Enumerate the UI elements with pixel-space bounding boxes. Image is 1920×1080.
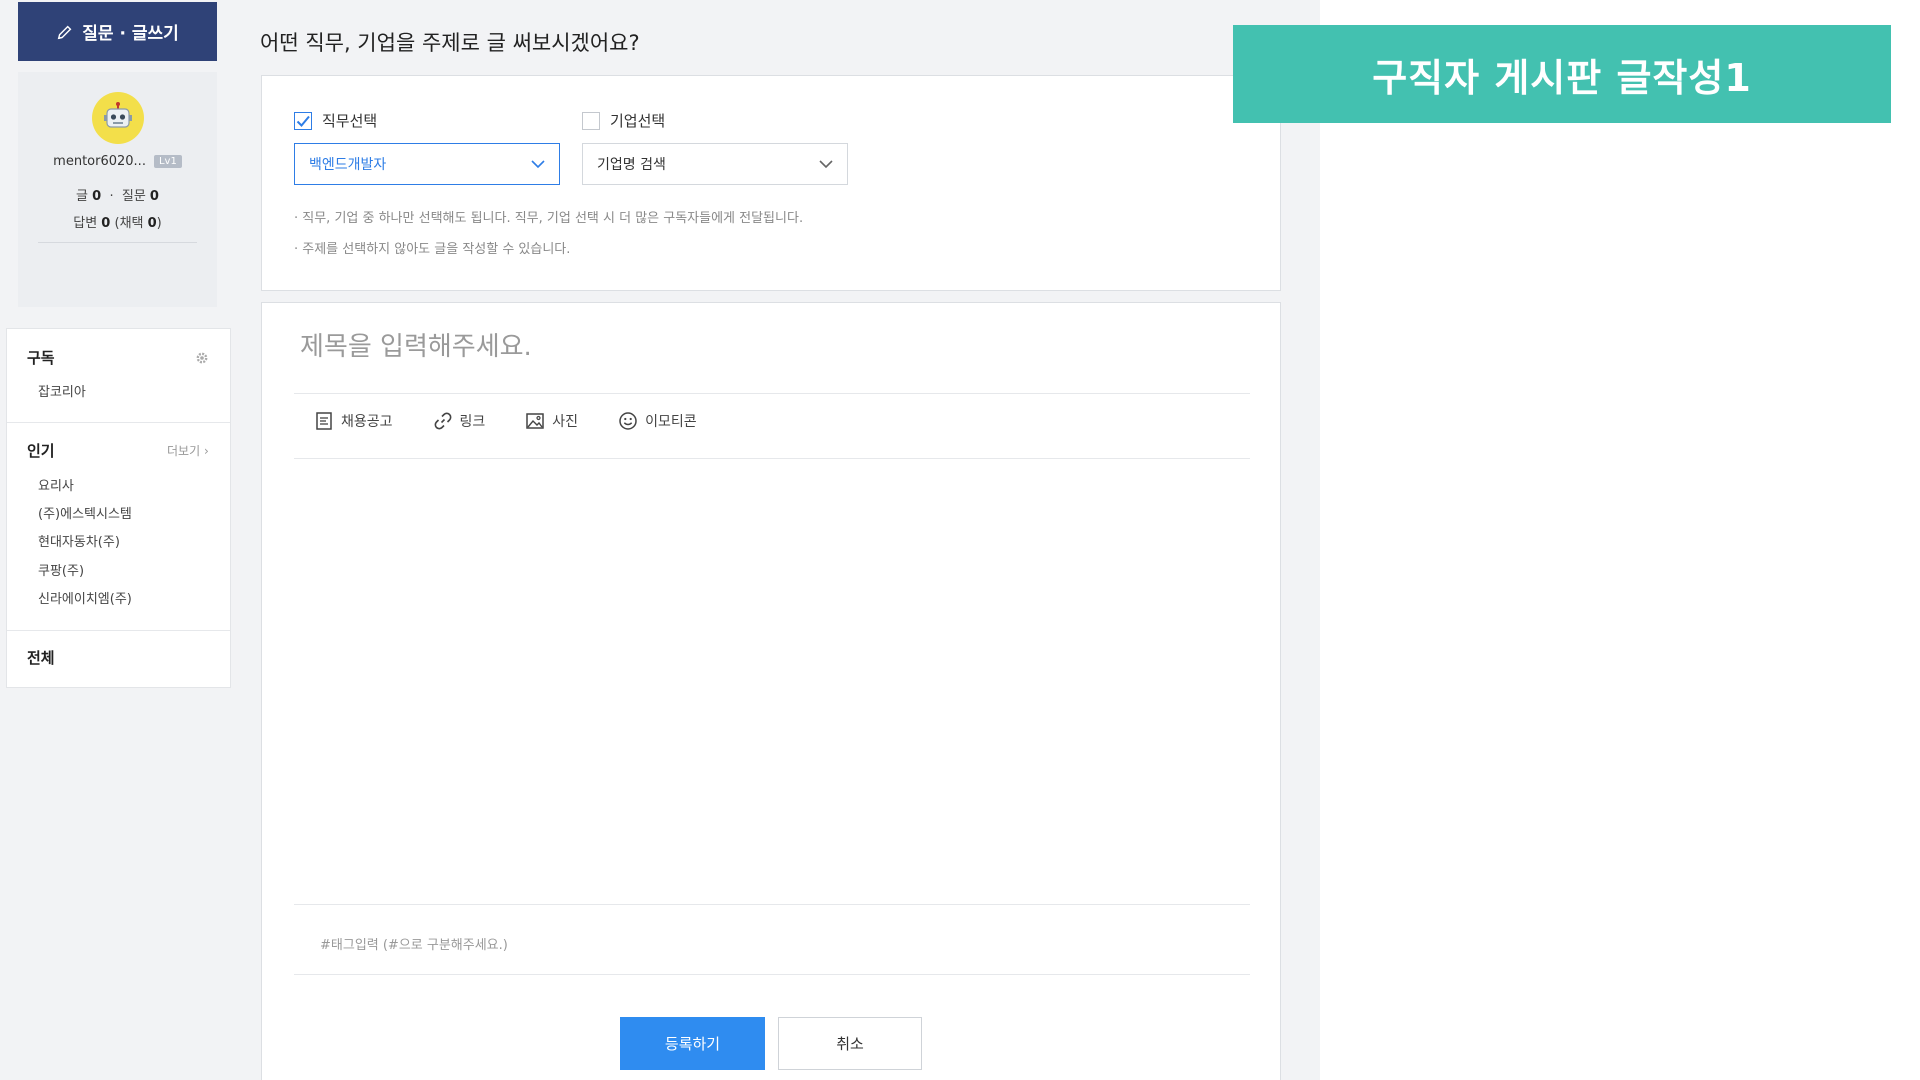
- topic-note-2: · 주제를 선택하지 않아도 글을 작성할 수 있습니다.: [294, 242, 571, 257]
- company-checkbox-row[interactable]: 기업선택: [582, 110, 665, 131]
- smiley-icon: [619, 412, 637, 430]
- gear-icon[interactable]: [195, 351, 209, 365]
- divider: [294, 904, 1250, 905]
- adopted-label: 채택: [119, 216, 144, 231]
- profile-card: mentor6020... Lv1 글 0 · 질문 0 답변 0 (채택 0): [18, 72, 217, 307]
- job-posting-button[interactable]: 채용공고: [314, 411, 393, 431]
- popular-item[interactable]: 쿠팡(주): [38, 560, 84, 579]
- link-button[interactable]: 링크: [433, 411, 486, 431]
- divider: [7, 422, 230, 423]
- editor-toolbar: 채용공고 링크 사진 이모티콘: [314, 411, 697, 431]
- body-textarea[interactable]: [294, 465, 1250, 905]
- popular-title: 인기: [27, 442, 55, 460]
- write-post-button[interactable]: 질문 · 글쓰기: [18, 2, 217, 61]
- company-checkbox-label: 기업선택: [610, 112, 666, 130]
- company-select-value: 기업명 검색: [597, 157, 666, 173]
- link-label: 링크: [459, 414, 486, 430]
- job-select[interactable]: 백엔드개발자: [294, 143, 560, 185]
- post-editor: 채용공고 링크 사진 이모티콘: [261, 302, 1281, 1080]
- company-checkbox[interactable]: [582, 111, 600, 130]
- subscribe-item[interactable]: 잡코리아: [38, 381, 86, 400]
- topic-selection-panel: 직무선택 기업선택 백엔드개발자 기업명 검색 · 직무, 기업 중 하나만 선…: [261, 75, 1281, 291]
- chevron-down-icon: [531, 160, 545, 169]
- popular-item[interactable]: 신라에이치엠(주): [38, 588, 132, 607]
- answer-stats: 답변 0 (채택 0): [73, 216, 162, 231]
- username[interactable]: mentor6020...: [53, 154, 146, 169]
- job-posting-label: 채용공고: [341, 414, 393, 430]
- robot-avatar-icon: [104, 102, 132, 128]
- avatar[interactable]: [92, 92, 144, 144]
- all-title[interactable]: 전체: [27, 647, 55, 668]
- subscribe-title: 구독: [27, 349, 55, 367]
- photo-button[interactable]: 사진: [525, 411, 578, 431]
- cancel-button[interactable]: 취소: [778, 1017, 922, 1070]
- job-checkbox-row[interactable]: 직무선택: [294, 110, 377, 131]
- divider: [294, 458, 1250, 459]
- company-select[interactable]: 기업명 검색: [582, 143, 848, 185]
- job-checkbox[interactable]: [294, 111, 312, 130]
- divider: [7, 630, 230, 631]
- posts-count: 0: [92, 189, 102, 204]
- tag-input[interactable]: [320, 930, 1220, 960]
- adopted-count: 0: [147, 216, 157, 231]
- photo-label: 사진: [552, 414, 579, 430]
- popular-item[interactable]: 요리사: [38, 475, 74, 494]
- divider: [294, 393, 1250, 394]
- checkmark-icon: [296, 115, 310, 127]
- job-select-value: 백엔드개발자: [309, 157, 387, 173]
- chevron-down-icon: [819, 160, 833, 169]
- sidebar-menu: 구독 잡코리아 인기 더보기 › 요리사 (주)에스텍시스템 현대자동차(주) …: [6, 328, 231, 688]
- pencil-icon: [57, 25, 72, 39]
- questions-count: 0: [149, 189, 159, 204]
- page-title: 어떤 직무, 기업을 주제로 글 써보시겠어요?: [260, 31, 640, 55]
- topic-note-1: · 직무, 기업 중 하나만 선택해도 됩니다. 직무, 기업 선택 시 더 많…: [294, 211, 804, 226]
- link-icon: [434, 412, 451, 430]
- annotation-area: [1320, 0, 1920, 1080]
- answers-count: 0: [101, 216, 111, 231]
- emoticon-button[interactable]: 이모티콘: [618, 411, 697, 431]
- emoticon-label: 이모티콘: [645, 414, 697, 430]
- divider: [294, 974, 1250, 975]
- image-icon: [526, 413, 545, 429]
- write-post-label: 질문 · 글쓰기: [82, 24, 179, 44]
- document-icon: [316, 412, 332, 430]
- annotation-banner: 구직자 게시판 글작성1: [1233, 25, 1891, 123]
- popular-item[interactable]: (주)에스텍시스템: [38, 503, 132, 522]
- post-stats: 글 0 · 질문 0: [76, 189, 159, 204]
- questions-label: 질문: [121, 189, 146, 204]
- job-checkbox-label: 직무선택: [322, 112, 378, 130]
- title-input[interactable]: [300, 325, 1230, 369]
- profile-divider: [38, 242, 197, 243]
- profile-name-row: mentor6020... Lv1: [18, 154, 217, 169]
- submit-button[interactable]: 등록하기: [620, 1017, 765, 1070]
- posts-label: 글: [76, 189, 88, 204]
- level-badge: Lv1: [153, 155, 182, 168]
- answers-label: 답변: [73, 216, 98, 231]
- more-link[interactable]: 더보기 ›: [167, 442, 209, 459]
- popular-item[interactable]: 현대자동차(주): [38, 531, 120, 550]
